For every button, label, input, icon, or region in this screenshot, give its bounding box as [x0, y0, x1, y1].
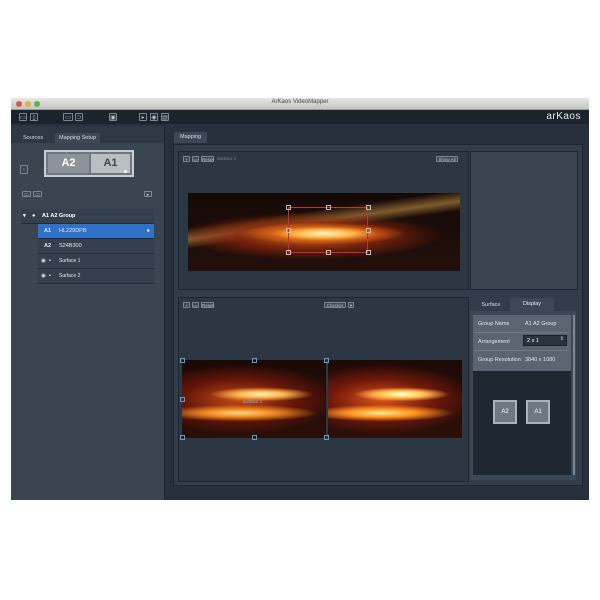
properties-panel: Surface Display Group Name A1 A2 Group A…	[470, 297, 576, 480]
selected-badge-icon[interactable]: ●	[147, 224, 150, 238]
bottom-tool-icon-2[interactable]: ▭	[192, 302, 199, 308]
eye-icon[interactable]: ◉	[41, 254, 46, 268]
display-layout-a2[interactable]: A2	[493, 400, 517, 424]
expand-arrow-icon[interactable]: ▾	[23, 209, 26, 223]
stepper-icon[interactable]: ⇕	[560, 336, 564, 342]
group-name-label: Group Name	[478, 321, 510, 327]
input-mapping-area: + ▭ Reset Surface 1 Show All	[178, 151, 469, 290]
toolbar-link-icon[interactable]: ⊃	[75, 113, 83, 121]
toolbar-play-icon[interactable]: ▸	[139, 113, 147, 121]
bottom-reset-button[interactable]: Reset	[201, 302, 214, 308]
top-surface-label: Surface 1	[217, 156, 237, 161]
arrangement-label: Arrangement	[478, 339, 510, 345]
display-id: A2	[44, 243, 52, 249]
lock-icon[interactable]: ▪	[49, 269, 51, 283]
left-tab-body: ‹ A2 A1 ▭ ▭ ▸ ▾ ● A1 A2 Group A1 HL229DP…	[11, 143, 164, 500]
props-scrollbar[interactable]	[573, 315, 575, 475]
show-all-button[interactable]: Show All	[436, 156, 458, 162]
display-properties-body: Group Name A1 A2 Group Arrangement 2 x 1…	[470, 311, 576, 480]
selection-rectangle[interactable]	[288, 207, 368, 253]
group-resolution-value: 3840 x 1080	[525, 357, 556, 363]
display-layout-a1[interactable]: A1	[526, 400, 550, 424]
eye-icon[interactable]: ◉	[41, 269, 46, 283]
group-name: A1 A2 Group	[42, 213, 76, 219]
preview-indicator	[124, 170, 127, 173]
handle-ml[interactable]	[286, 228, 291, 233]
top-tool-icon-2[interactable]: ▭	[192, 156, 199, 162]
toolbar-screens-icon[interactable]: ▭	[63, 113, 73, 121]
display-group-preview[interactable]: A2 A1	[44, 150, 134, 177]
props-list: Group Name A1 A2 Group Arrangement 2 x 1…	[473, 315, 571, 475]
group-resolution-label: Group Resolution	[478, 357, 521, 363]
left-panel: Sources Mapping Setup ‹ A2 A1 ▭ ▭ ▸ ▾ ● …	[11, 126, 165, 500]
arrangement-value: 2 x 1	[527, 338, 539, 344]
lock-icon[interactable]: ▪	[49, 254, 51, 268]
toolbar: ▭ ▯ ▭ ⊃ ▣ ▸ ◉ ▤ arKaos	[11, 110, 589, 124]
tab-display[interactable]: Display	[510, 298, 554, 311]
toolbar-output-icon[interactable]: ▤	[161, 113, 169, 121]
group-name-value: A1 A2 Group	[525, 321, 557, 327]
toolbar-split-icon[interactable]: ▯	[30, 113, 38, 121]
checker-dropdown-icon[interactable]: ▾	[348, 302, 354, 308]
tab-sources[interactable]: Sources	[19, 133, 47, 143]
tab-surface[interactable]: Surface	[476, 300, 506, 311]
display-label: S24B300	[59, 243, 82, 249]
mapping-panel: Mapping + ▭ Reset Surface 1 Show All + ▭…	[166, 126, 589, 500]
bottom-tool-icon-1[interactable]: +	[183, 302, 190, 308]
title-bar: ArKaos VideoMapper	[11, 98, 589, 110]
display-id: A1	[44, 228, 52, 234]
out-handle-bl[interactable]	[180, 435, 185, 440]
out-handle-bc[interactable]	[252, 435, 257, 440]
handle-bl[interactable]	[286, 250, 291, 255]
toolbar-record-icon[interactable]: ◉	[150, 113, 158, 121]
window-title: ArKaos VideoMapper	[271, 99, 329, 105]
tab-mapping-setup[interactable]: Mapping Setup	[55, 133, 100, 143]
output-mapping-area: + ▭ Reset Checker ▾ Surface 1	[178, 297, 469, 482]
toolbar-layout-icon[interactable]: ▭	[19, 113, 27, 121]
out-handle-tc[interactable]	[252, 358, 257, 363]
surface-label: Surface 1	[59, 258, 81, 264]
group-icon: ●	[32, 213, 36, 219]
preview-display-a2: A2	[48, 154, 89, 173]
top-tool-icon-1[interactable]: +	[183, 156, 190, 162]
out-handle-ml[interactable]	[180, 397, 185, 402]
props-divider-1	[475, 332, 569, 333]
display-label: HL229DPB	[59, 228, 87, 234]
arrangement-select[interactable]: 2 x 1 ⇕	[523, 335, 567, 346]
toolbar-display-icon[interactable]: ▣	[109, 113, 117, 121]
surface-label: Surface 2	[59, 273, 81, 279]
output-display-a1	[328, 360, 462, 438]
app-window: ArKaos VideoMapper ▭ ▯ ▭ ⊃ ▣ ▸ ◉ ▤ arKao…	[11, 98, 589, 500]
add-group-icon[interactable]: ▭	[33, 191, 42, 198]
props-divider-2	[475, 350, 569, 351]
handle-br[interactable]	[366, 250, 371, 255]
top-reset-button[interactable]: Reset	[201, 156, 214, 162]
handle-tc[interactable]	[326, 205, 331, 210]
tab-mapping[interactable]: Mapping	[174, 132, 208, 143]
options-icon[interactable]: ▸	[144, 191, 152, 198]
surface-row-1[interactable]: ◉ ▪ Surface 1	[38, 254, 154, 269]
out-handle-tl[interactable]	[180, 358, 185, 363]
surface-overlay-label: Surface 1	[243, 399, 263, 404]
handle-tr[interactable]	[366, 205, 371, 210]
handle-mr[interactable]	[366, 228, 371, 233]
input-preview-area	[470, 151, 578, 290]
back-icon[interactable]: ‹	[20, 165, 28, 174]
add-display-icon[interactable]: ▭	[22, 191, 31, 198]
mapping-content: + ▭ Reset Surface 1 Show All + ▭ Reset C…	[173, 144, 583, 486]
display-row-a1[interactable]: A1 HL229DPB ●	[38, 224, 154, 239]
out-handle-tr[interactable]	[324, 358, 329, 363]
arkaos-logo: arKaos	[546, 111, 581, 122]
out-handle-br[interactable]	[324, 435, 329, 440]
display-row-a2[interactable]: A2 S24B300	[38, 239, 154, 254]
left-tabs: Sources Mapping Setup	[19, 133, 159, 143]
handle-bc[interactable]	[326, 250, 331, 255]
checker-button[interactable]: Checker	[324, 302, 346, 308]
surface-row-2[interactable]: ◉ ▪ Surface 2	[38, 269, 154, 284]
group-row[interactable]: ▾ ● A1 A2 Group	[21, 209, 154, 224]
handle-tl[interactable]	[286, 205, 291, 210]
